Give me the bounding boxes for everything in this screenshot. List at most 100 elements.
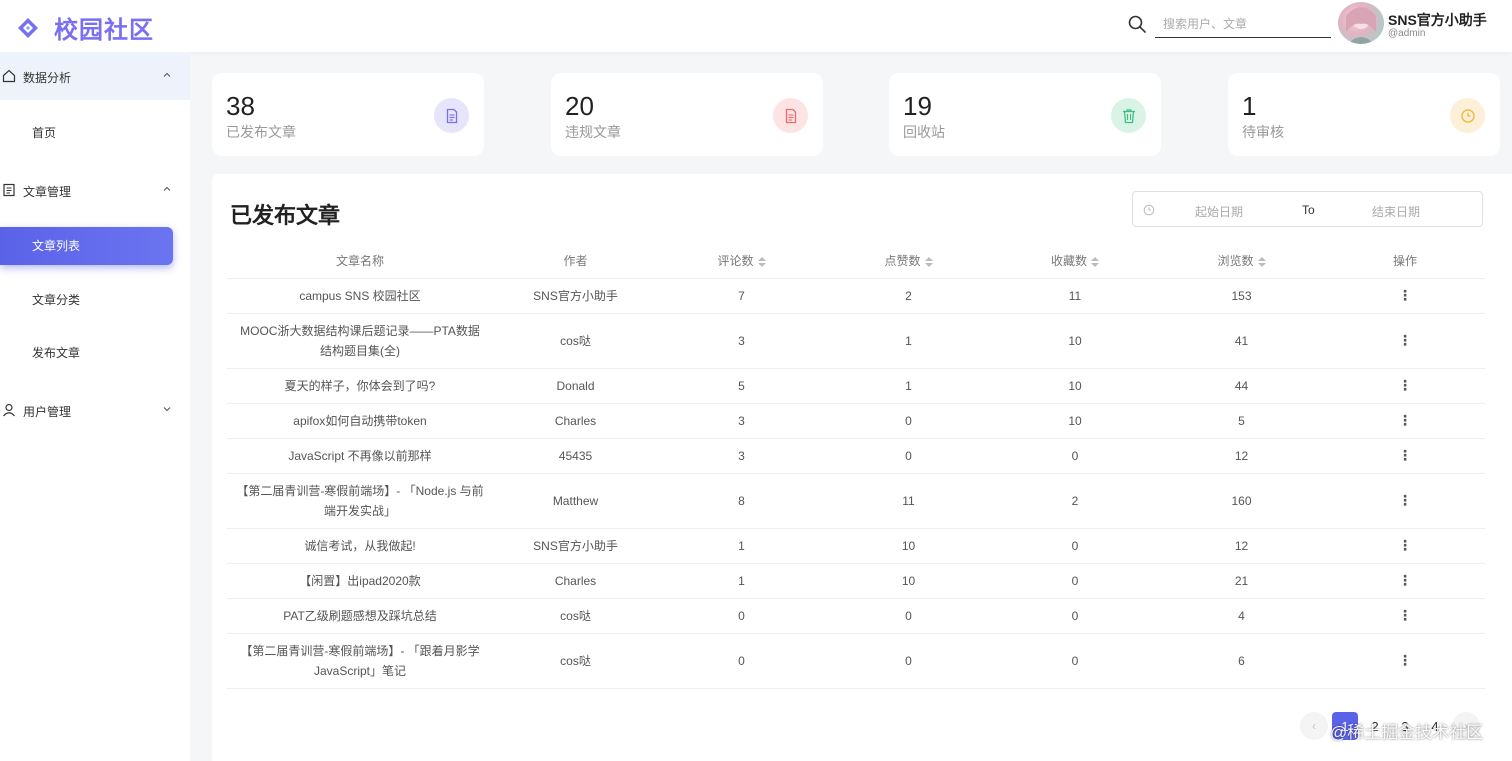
cell-comments: 8 (658, 473, 825, 529)
cell-author: cos哒 (493, 313, 658, 369)
cell-actions: ⋮ (1325, 598, 1485, 634)
more-actions-icon[interactable]: ⋮ (1398, 653, 1412, 667)
cell-likes: 2 (825, 278, 992, 314)
column-header-comments[interactable]: 评论数 (658, 243, 825, 279)
cell-actions: ⋮ (1325, 528, 1485, 564)
search-icon[interactable] (1127, 14, 1147, 34)
stat-card-recycle-bin[interactable]: 19 回收站 (889, 73, 1161, 156)
date-end-input[interactable]: 结束日期 (1372, 203, 1420, 220)
stat-label: 回收站 (903, 124, 945, 140)
table-row[interactable]: PAT乙级刷题感想及踩坑总结 cos哒 0 0 0 4 ⋮ (227, 598, 1485, 634)
avatar-image (1346, 7, 1376, 44)
cell-comments: 1 (658, 528, 825, 564)
cell-likes: 1 (825, 313, 992, 369)
top-header: 校园社区 SNS官方小助手 @admin (0, 0, 1512, 52)
cell-title[interactable]: MOOC浙大数据结构课后题记录——PTA数据结构题目集(全) (227, 313, 493, 369)
table-row[interactable]: 【闲置】出ipad2020款 Charles 1 10 0 21 ⋮ (227, 563, 1485, 599)
chevron-up-icon (163, 72, 171, 77)
stat-card-pending-review[interactable]: 1 待审核 (1228, 73, 1500, 156)
column-header-likes[interactable]: 点赞数 (825, 243, 992, 279)
search-input[interactable] (1155, 10, 1331, 38)
sidebar-item-home[interactable]: 首页 (32, 124, 56, 141)
stat-label: 待审核 (1242, 124, 1284, 140)
avatar[interactable] (1338, 2, 1384, 44)
cell-views: 12 (1158, 438, 1325, 474)
stat-value: 1 (1242, 91, 1257, 121)
sidebar-group-label: 数据分析 (23, 71, 72, 85)
cell-title[interactable]: 【第二届青训营-寒假前端场】- 「跟着月影学 JavaScript」笔记 (227, 633, 493, 689)
sort-icon[interactable] (1257, 256, 1266, 267)
date-start-input[interactable]: 起始日期 (1195, 203, 1243, 220)
more-actions-icon[interactable]: ⋮ (1398, 573, 1412, 587)
cell-views: 160 (1158, 473, 1325, 529)
cell-favorites: 0 (992, 438, 1158, 474)
cell-author: Donald (493, 368, 658, 404)
stat-card-violations[interactable]: 20 违规文章 (551, 73, 823, 156)
table-row[interactable]: 诚信考试，从我做起! SNS官方小助手 1 10 0 12 ⋮ (227, 528, 1485, 564)
cell-title[interactable]: 诚信考试，从我做起! (227, 528, 493, 564)
stat-value: 19 (903, 91, 932, 121)
cell-favorites: 2 (992, 473, 1158, 529)
sidebar-group-label: 用户管理 (23, 405, 72, 419)
table-row[interactable]: 【第二届青训营-寒假前端场】- 「Node.js 与前端开发实战」 Matthe… (227, 473, 1485, 529)
sidebar-group-user-management[interactable]: 用户管理 (0, 386, 190, 434)
more-actions-icon[interactable]: ⋮ (1398, 608, 1412, 622)
cell-likes: 0 (825, 598, 992, 634)
sidebar-item-article-list[interactable]: 文章列表 (0, 227, 173, 265)
sort-icon[interactable] (924, 256, 933, 267)
date-range-picker[interactable]: 起始日期 To 结束日期 (1132, 191, 1483, 227)
cell-title[interactable]: 夏天的样子，你体会到了吗? (227, 368, 493, 404)
cell-comments: 0 (658, 633, 825, 689)
column-header-author: 作者 (493, 243, 658, 279)
cell-actions: ⋮ (1325, 438, 1485, 474)
user-name: SNS官方小助手 (1388, 12, 1487, 28)
more-actions-icon[interactable]: ⋮ (1398, 538, 1412, 552)
logo-icon (18, 17, 38, 38)
stat-card-published[interactable]: 38 已发布文章 (212, 73, 484, 156)
article-panel: 已发布文章 起始日期 To 结束日期 文章名称 作者 评论数 点赞数 收藏数 浏… (212, 174, 1512, 761)
cell-likes: 0 (825, 403, 992, 439)
cell-actions: ⋮ (1325, 368, 1485, 404)
user-handle: @admin (1388, 28, 1426, 39)
user-icon (3, 403, 15, 417)
sidebar-item-publish-article[interactable]: 发布文章 (32, 344, 80, 361)
document-icon (434, 98, 469, 133)
chevron-down-icon (163, 407, 171, 412)
table-row[interactable]: campus SNS 校园社区 SNS官方小助手 7 2 11 153 ⋮ (227, 278, 1485, 314)
column-header-title: 文章名称 (227, 243, 493, 279)
table-row[interactable]: 【第二届青训营-寒假前端场】- 「跟着月影学 JavaScript」笔记 cos… (227, 633, 1485, 689)
cell-title[interactable]: campus SNS 校园社区 (227, 278, 493, 314)
table-row[interactable]: 夏天的样子，你体会到了吗? Donald 5 1 10 44 ⋮ (227, 368, 1485, 404)
cell-title[interactable]: 【第二届青训营-寒假前端场】- 「Node.js 与前端开发实战」 (227, 473, 493, 529)
table-row[interactable]: MOOC浙大数据结构课后题记录——PTA数据结构题目集(全) cos哒 3 1 … (227, 313, 1485, 369)
more-actions-icon[interactable]: ⋮ (1398, 378, 1412, 392)
more-actions-icon[interactable]: ⋮ (1398, 448, 1412, 462)
more-actions-icon[interactable]: ⋮ (1398, 413, 1412, 427)
clock-icon (1450, 98, 1485, 133)
cell-title[interactable]: 【闲置】出ipad2020款 (227, 563, 493, 599)
column-header-favorites[interactable]: 收藏数 (992, 243, 1158, 279)
column-header-views[interactable]: 浏览数 (1158, 243, 1325, 279)
cell-title[interactable]: apifox如何自动携带token (227, 403, 493, 439)
sort-icon[interactable] (1091, 256, 1099, 267)
cell-title[interactable]: PAT乙级刷题感想及踩坑总结 (227, 598, 493, 634)
cell-author: Charles (493, 403, 658, 439)
cell-author: SNS官方小助手 (493, 528, 658, 564)
sidebar-group-data-analysis[interactable]: 数据分析 (0, 52, 190, 100)
more-actions-icon[interactable]: ⋮ (1398, 493, 1412, 507)
sidebar-group-article-management[interactable]: 文章管理 (0, 166, 190, 214)
sidebar-group-label: 文章管理 (23, 185, 72, 199)
cell-title[interactable]: JavaScript 不再像以前那样 (227, 438, 493, 474)
prev-page-button[interactable]: ‹ (1300, 712, 1328, 740)
cell-actions: ⋮ (1325, 278, 1485, 314)
logo[interactable]: 校园社区 (16, 10, 154, 45)
cell-actions: ⋮ (1325, 403, 1485, 439)
more-actions-icon[interactable]: ⋮ (1398, 333, 1412, 347)
table-row[interactable]: apifox如何自动携带token Charles 3 0 10 5 ⋮ (227, 403, 1485, 439)
table-row[interactable]: JavaScript 不再像以前那样 45435 3 0 0 12 ⋮ (227, 438, 1485, 474)
cell-favorites: 11 (992, 278, 1158, 314)
cell-author: 45435 (493, 438, 658, 474)
sort-icon[interactable] (757, 256, 766, 267)
sidebar-item-article-category[interactable]: 文章分类 (32, 291, 80, 308)
more-actions-icon[interactable]: ⋮ (1398, 288, 1412, 302)
